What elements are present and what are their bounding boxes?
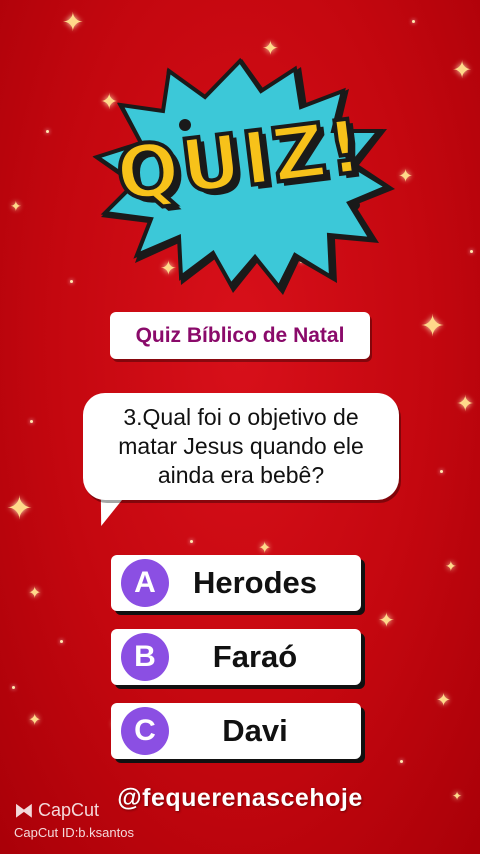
capcut-id: CapCut ID:b.ksantos	[14, 825, 134, 840]
answer-letter-b: B	[121, 633, 169, 681]
answer-letter-c: C	[121, 707, 169, 755]
quiz-logo: QUIZ!	[85, 55, 395, 295]
answer-letter-a: A	[121, 559, 169, 607]
answer-label-a: Herodes	[192, 565, 318, 600]
question-text: 3.Qual foi o objetivo de matar Jesus qua…	[118, 404, 364, 488]
capcut-watermark: ⧓ CapCut	[14, 798, 99, 822]
answer-option-b[interactable]: B Faraó	[111, 629, 361, 685]
capcut-brand: CapCut	[38, 799, 100, 820]
answer-option-a[interactable]: A Herodes	[111, 555, 361, 611]
answer-label-b: Faraó	[212, 639, 298, 674]
answer-label-c: Davi	[222, 713, 288, 748]
question-bubble: 3.Qual foi o objetivo de matar Jesus qua…	[83, 393, 399, 500]
answer-option-c[interactable]: C Davi	[111, 703, 361, 759]
quiz-title-box: Quiz Bíblico de Natal	[110, 312, 370, 359]
capcut-logo-icon: ⧓	[14, 798, 34, 822]
quiz-title: Quiz Bíblico de Natal	[135, 323, 345, 347]
